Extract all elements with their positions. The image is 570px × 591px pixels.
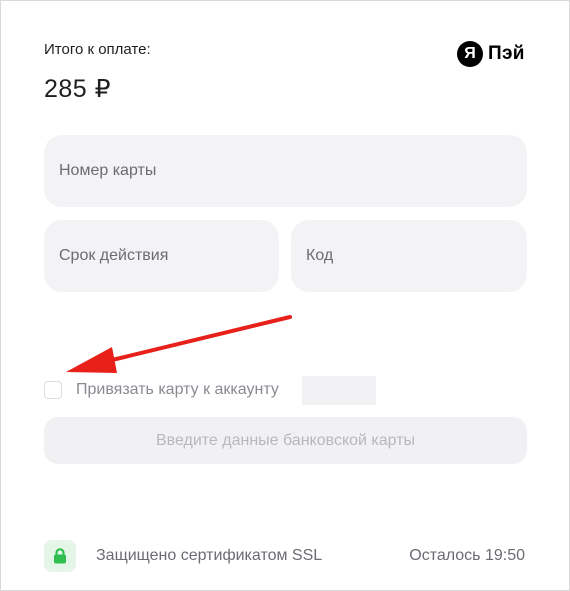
ssl-text: Защищено сертификатом SSL xyxy=(96,547,323,564)
brand-name: Пэй xyxy=(488,43,525,64)
link-card-checkbox[interactable] xyxy=(44,381,62,399)
cvc-placeholder: Код xyxy=(306,247,334,264)
payment-widget: Итого к оплате: 285 ₽ Я Пэй Номер карты … xyxy=(0,0,570,591)
session-timer: Осталось 19:50 xyxy=(409,547,525,564)
amount-value: 285 ₽ xyxy=(44,75,112,103)
link-card-label[interactable]: Привязать карту к аккаунту xyxy=(76,381,279,399)
lock-icon xyxy=(54,548,66,564)
brand-logo-icon: Я xyxy=(457,41,483,67)
expiry-input[interactable]: Срок действия xyxy=(44,220,279,292)
card-number-input[interactable]: Номер карты xyxy=(44,135,527,207)
cvc-input[interactable]: Код xyxy=(291,220,527,292)
amount-label: Итого к оплате: xyxy=(44,41,151,58)
submit-button[interactable]: Введите данные банковской карты xyxy=(44,417,527,464)
ssl-badge xyxy=(44,540,76,572)
masked-account-name xyxy=(302,376,376,405)
yandex-pay-logo: Я Пэй xyxy=(457,40,525,68)
expiry-placeholder: Срок действия xyxy=(59,247,169,264)
card-number-placeholder: Номер карты xyxy=(59,162,157,179)
